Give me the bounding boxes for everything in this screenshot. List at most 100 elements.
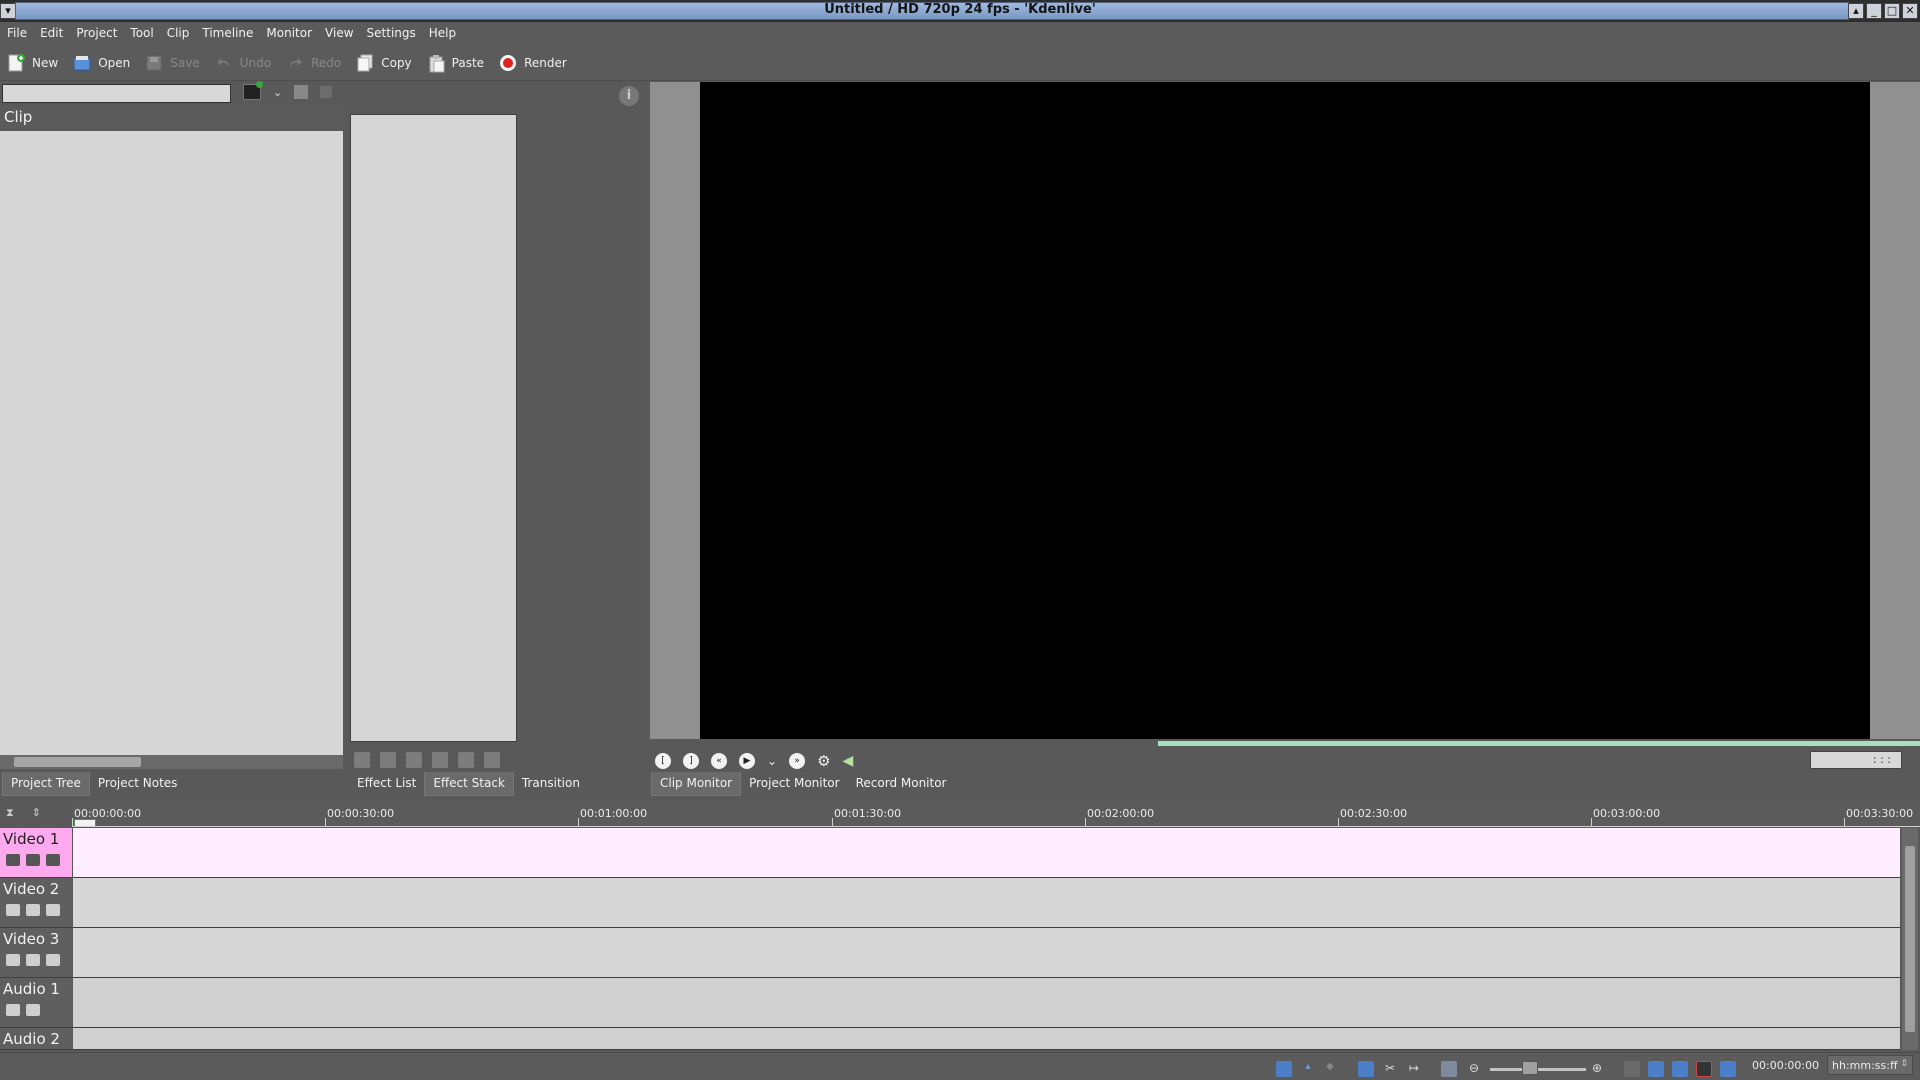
track-video-3[interactable] xyxy=(73,928,1900,978)
chevron-down-icon[interactable]: ⌄ xyxy=(273,86,282,99)
track-header-video-1[interactable]: Video 1 xyxy=(0,828,72,878)
snap-icon[interactable] xyxy=(1624,1061,1640,1077)
mute-icon[interactable] xyxy=(26,904,40,916)
hide-video-icon[interactable] xyxy=(46,904,60,916)
clip-column-header[interactable]: Clip xyxy=(0,106,343,130)
zoom-slider[interactable] xyxy=(1490,1068,1586,1071)
track-header-video-2[interactable]: Video 2 xyxy=(0,878,72,928)
tab-clip-monitor[interactable]: Clip Monitor xyxy=(651,772,742,796)
scrollbar-thumb[interactable] xyxy=(14,757,141,767)
track-header-audio-2[interactable]: Audio 2 xyxy=(0,1028,72,1050)
track-header-video-3[interactable]: Video 3 xyxy=(0,928,72,978)
zoom-slider-handle[interactable] xyxy=(1522,1061,1538,1075)
fit-zoom-icon[interactable] xyxy=(1441,1061,1457,1077)
menu-clip[interactable]: Clip xyxy=(167,26,190,40)
tab-project-notes[interactable]: Project Notes xyxy=(90,772,186,796)
add-effect-icon[interactable] xyxy=(354,752,370,768)
lock-icon[interactable] xyxy=(6,1004,20,1016)
scrollbar-thumb[interactable] xyxy=(1905,846,1915,1032)
collapse-tracks-icon[interactable]: ⇕ xyxy=(32,806,41,820)
zoom-out-icon[interactable]: ⊖ xyxy=(1466,1061,1482,1077)
track-video-2[interactable] xyxy=(73,878,1900,928)
track-audio-2[interactable] xyxy=(73,1028,1900,1050)
maximize-button[interactable]: □ xyxy=(1884,3,1900,19)
tab-project-monitor[interactable]: Project Monitor xyxy=(741,772,848,796)
transition-icon[interactable] xyxy=(1696,1061,1712,1077)
menu-help[interactable]: Help xyxy=(429,26,456,40)
edit-clip-icon[interactable] xyxy=(294,85,309,99)
audio-thumbnails-icon[interactable]: ▴ xyxy=(1300,1061,1316,1077)
show-video-icon[interactable] xyxy=(1648,1061,1664,1077)
save-button[interactable]: Save xyxy=(144,53,200,73)
track-audio-1[interactable] xyxy=(73,978,1900,1028)
copy-button[interactable]: Copy xyxy=(355,53,412,73)
chevron-down-icon[interactable]: ⌄ xyxy=(767,754,777,768)
undo-button[interactable]: Undo xyxy=(214,53,271,73)
menu-file[interactable]: File xyxy=(7,26,27,40)
delete-clip-icon[interactable] xyxy=(320,86,333,98)
tab-effect-list[interactable]: Effect List xyxy=(349,772,424,796)
menu-monitor[interactable]: Monitor xyxy=(266,26,312,40)
project-tree-list[interactable] xyxy=(0,131,343,755)
tab-record-monitor[interactable]: Record Monitor xyxy=(848,772,955,796)
selection-tool-icon[interactable] xyxy=(1358,1061,1374,1077)
menu-settings[interactable]: Settings xyxy=(367,26,416,40)
mute-icon[interactable] xyxy=(26,1004,40,1016)
render-button[interactable]: Render xyxy=(498,53,567,73)
move-down-icon[interactable] xyxy=(406,752,422,768)
track-video-1[interactable] xyxy=(73,828,1900,878)
close-button[interactable]: ✕ xyxy=(1902,3,1918,19)
redo-button[interactable]: Redo xyxy=(285,53,341,73)
save-effect-icon[interactable] xyxy=(458,752,474,768)
timeline-vertical-scrollbar[interactable] xyxy=(1902,828,1918,1050)
menu-tool[interactable]: Tool xyxy=(130,26,153,40)
zoom-in-icon[interactable]: ⊕ xyxy=(1589,1061,1605,1077)
razor-tool-icon[interactable]: ✂ xyxy=(1382,1061,1398,1077)
track-header-audio-1[interactable]: Audio 1 xyxy=(0,978,72,1028)
tab-project-tree[interactable]: Project Tree xyxy=(2,772,90,796)
monitor-position-ruler[interactable] xyxy=(1158,741,1920,746)
lock-icon[interactable] xyxy=(6,954,20,966)
lock-icon[interactable] xyxy=(6,854,20,866)
set-in-point-icon[interactable]: [ xyxy=(655,753,671,769)
forward-icon[interactable]: » xyxy=(789,753,806,769)
set-out-point-icon[interactable]: ] xyxy=(683,753,699,769)
mute-icon[interactable] xyxy=(26,854,40,866)
markers-icon[interactable]: ◆ xyxy=(1322,1061,1338,1077)
menu-view[interactable]: View xyxy=(325,26,353,40)
show-audio-icon[interactable] xyxy=(1672,1061,1688,1077)
monitor-video-display[interactable] xyxy=(700,82,1870,739)
hide-video-icon[interactable] xyxy=(46,854,60,866)
project-search-input[interactable] xyxy=(2,84,231,103)
play-icon[interactable]: ▶ xyxy=(739,753,755,769)
spacer-tool-icon[interactable]: ↦ xyxy=(1406,1061,1422,1077)
menu-project[interactable]: Project xyxy=(76,26,117,40)
reset-effect-icon[interactable] xyxy=(432,752,448,768)
paste-button[interactable]: Paste xyxy=(426,53,484,73)
menu-timeline[interactable]: Timeline xyxy=(202,26,253,40)
timeline-ruler[interactable]: 00:00:00:00 00:00:30:00 00:01:00:00 00:0… xyxy=(72,800,1920,828)
tab-effect-stack[interactable]: Effect Stack xyxy=(424,772,514,796)
info-icon[interactable]: i xyxy=(619,86,639,106)
split-audio-icon[interactable] xyxy=(1720,1061,1736,1077)
monitor-timecode-field[interactable]: : : : xyxy=(1810,751,1902,769)
lock-icon[interactable] xyxy=(6,904,20,916)
delete-effect-icon[interactable] xyxy=(484,752,500,768)
fit-zoom-icon[interactable]: ⧗ xyxy=(6,806,14,820)
add-clip-icon[interactable] xyxy=(243,81,263,100)
open-button[interactable]: Open xyxy=(72,53,130,73)
shade-button[interactable]: ▴ xyxy=(1848,3,1864,19)
project-tree-horizontal-scrollbar[interactable] xyxy=(0,755,343,769)
hide-video-icon[interactable] xyxy=(46,954,60,966)
minimize-button[interactable]: _ xyxy=(1866,3,1882,19)
gear-icon[interactable]: ⚙ xyxy=(817,752,830,770)
move-up-icon[interactable] xyxy=(380,752,396,768)
mute-icon[interactable] xyxy=(26,954,40,966)
volume-icon[interactable]: ◀ xyxy=(843,753,854,769)
menu-edit[interactable]: Edit xyxy=(40,26,63,40)
video-thumbnails-icon[interactable] xyxy=(1276,1061,1292,1077)
rewind-icon[interactable]: « xyxy=(711,753,727,769)
new-button[interactable]: New xyxy=(6,53,58,73)
timecode-format-select[interactable]: hh:mm:ss:ff ⇕ xyxy=(1827,1055,1913,1075)
effect-stack-list[interactable] xyxy=(350,114,517,742)
